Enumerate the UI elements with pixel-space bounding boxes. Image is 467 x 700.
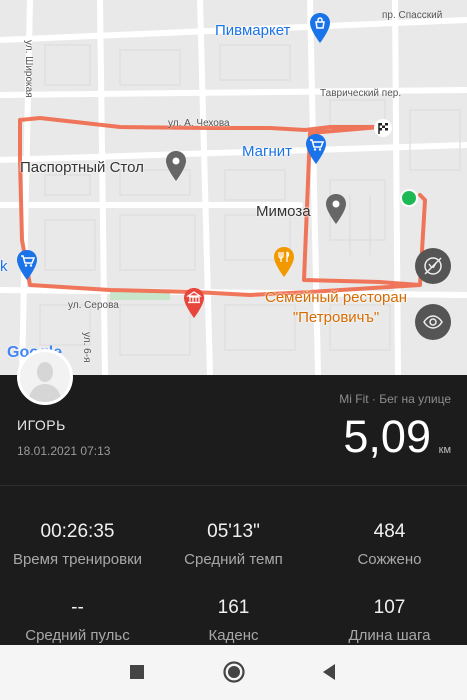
place-pin-icon[interactable] xyxy=(165,150,187,182)
stat-label: Средний темп xyxy=(184,551,283,568)
stat-value: 107 xyxy=(373,597,406,618)
street-label-chekhova: ул. А. Чехова xyxy=(168,118,230,129)
stat-label: Сожжено xyxy=(357,551,422,568)
place-label-mimoza: Мимоза xyxy=(256,203,311,220)
stat-label: Время тренировки xyxy=(12,551,143,568)
back-button[interactable] xyxy=(316,659,342,685)
place-pin-icon[interactable] xyxy=(325,193,347,225)
home-button[interactable] xyxy=(221,659,247,685)
street-label-serova: ул. Серова xyxy=(68,300,119,311)
route-map[interactable]: пр. Спасский ул. Широкая ул. А. Чехова Т… xyxy=(0,0,467,375)
stat-cadence: 161 Каденс xyxy=(156,597,311,644)
landmark-pin-icon[interactable] xyxy=(183,287,205,319)
restaurant-name-line1: Семейный ресторан xyxy=(265,289,408,306)
finish-flag-icon xyxy=(374,119,392,137)
eye-icon xyxy=(423,315,443,329)
restaurant-pin-icon[interactable] xyxy=(273,246,295,278)
user-silhouette-icon xyxy=(20,352,70,402)
street-label-ul6: ул. 6-я xyxy=(81,332,92,363)
stat-calories: 484 Сожжено xyxy=(312,521,467,568)
place-label-k: k xyxy=(0,258,8,275)
stat-duration: 00:26:35 Время тренировки xyxy=(0,521,155,568)
system-nav-bar xyxy=(0,645,467,700)
stat-value: 161 xyxy=(217,597,250,618)
stat-stride: 107 Длина шага xyxy=(312,597,467,644)
shopping-pin-icon[interactable] xyxy=(309,12,331,44)
street-label-tavrichesky: Таврический пер. xyxy=(320,88,402,99)
stat-value: 00:26:35 xyxy=(40,521,115,542)
avatar[interactable] xyxy=(17,349,73,405)
stat-heart-rate: -- Средний пульс xyxy=(0,597,155,644)
cart-pin-icon[interactable] xyxy=(305,133,327,165)
place-label-magnit: Магнит xyxy=(242,143,293,160)
distance-value: 5,09 xyxy=(343,411,431,462)
user-name: ИГОРЬ xyxy=(17,417,66,433)
stat-label: Каденс xyxy=(208,627,259,644)
place-label-pasportny: Паспортный Стол xyxy=(20,159,144,176)
back-triangle-icon xyxy=(323,664,335,680)
place-label-pivmarket: Пивмаркет xyxy=(215,22,291,39)
stat-label: Средний пульс xyxy=(25,627,130,644)
visibility-button[interactable] xyxy=(415,304,451,340)
recents-square-icon xyxy=(130,665,144,679)
divider xyxy=(0,485,467,486)
hide-pace-button[interactable] xyxy=(415,248,451,284)
stat-pace: 05'13" Средний темп xyxy=(156,521,311,568)
stat-value: -- xyxy=(71,597,84,618)
place-label-restaurant: Семейный ресторан "Петровичъ" xyxy=(265,288,407,328)
start-marker-icon xyxy=(400,189,418,207)
street-label-spassky: пр. Спасский xyxy=(382,10,443,21)
workout-source: Mi Fit · Бег на улице xyxy=(339,392,451,406)
workout-date: 18.01.2021 07:13 xyxy=(17,444,111,458)
restaurant-name-line2: "Петровичъ" xyxy=(292,309,380,326)
stat-label: Длина шага xyxy=(348,627,431,644)
cart-pin-icon[interactable] xyxy=(16,249,38,281)
stat-value: 484 xyxy=(373,521,406,542)
pace-toggle-icon xyxy=(424,257,442,275)
home-circle-icon xyxy=(223,661,245,683)
distance-unit: км xyxy=(438,444,451,456)
stat-value: 05'13" xyxy=(207,521,260,542)
street-label-shirokaya: ул. Широкая xyxy=(23,40,34,98)
workout-summary-panel: ИГОРЬ 18.01.2021 07:13 Mi Fit · Бег на у… xyxy=(0,375,467,645)
recents-button[interactable] xyxy=(124,659,150,685)
